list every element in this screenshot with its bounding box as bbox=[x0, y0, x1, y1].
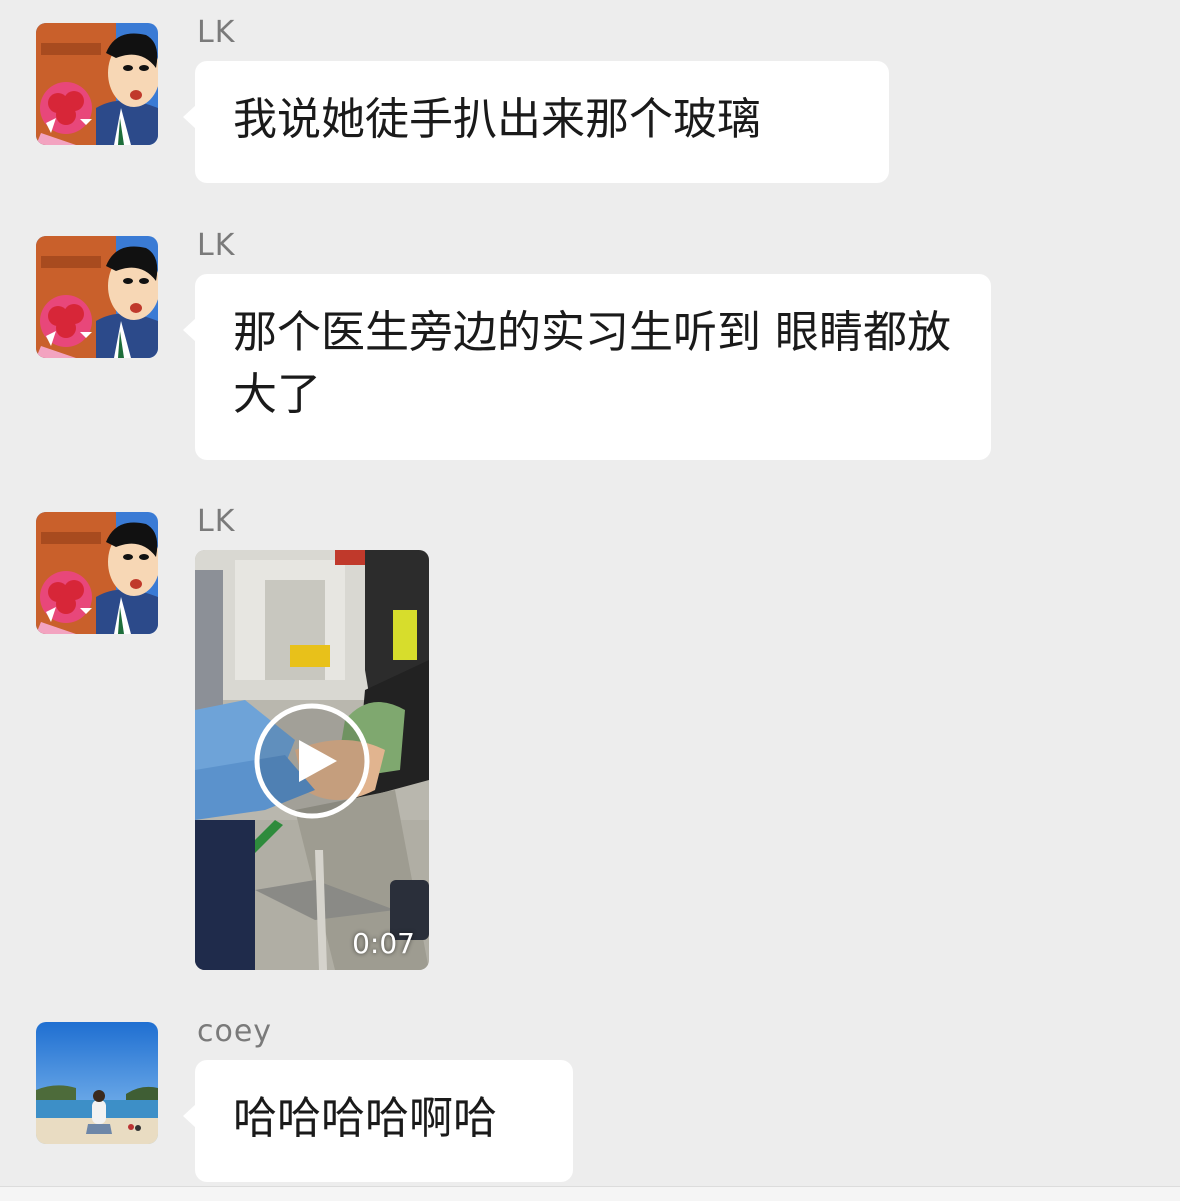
input-bar-edge bbox=[0, 1186, 1180, 1201]
video-duration: 0:07 bbox=[352, 927, 415, 960]
message-bubble[interactable]: 那个医生旁边的实习生听到 眼睛都放大了 bbox=[183, 274, 991, 460]
sender-name: LK bbox=[197, 15, 236, 50]
message-text: 我说她徒手扒出来那个玻璃 bbox=[233, 94, 761, 145]
avatar[interactable] bbox=[36, 236, 158, 358]
avatar-cartoon-icon bbox=[36, 512, 158, 634]
play-icon[interactable] bbox=[253, 702, 371, 820]
avatar-beach-icon bbox=[36, 1022, 158, 1144]
sender-name: LK bbox=[197, 504, 236, 539]
avatar-cartoon-icon bbox=[36, 236, 158, 358]
sender-name: coey bbox=[197, 1014, 273, 1049]
avatar[interactable] bbox=[36, 23, 158, 145]
message-bubble[interactable]: 哈哈哈哈啊哈 bbox=[183, 1060, 573, 1182]
chat-window: LK 我说她徒手扒出来那个玻璃 LK 那个医生旁边的实习生听到 眼睛都放大了 L… bbox=[0, 0, 1180, 1201]
sender-name: LK bbox=[197, 228, 236, 263]
message-text: 哈哈哈哈啊哈 bbox=[233, 1093, 497, 1144]
message-bubble[interactable]: 我说她徒手扒出来那个玻璃 bbox=[183, 61, 889, 183]
avatar[interactable] bbox=[36, 1022, 158, 1144]
avatar-cartoon-icon bbox=[36, 23, 158, 145]
avatar[interactable] bbox=[36, 512, 158, 634]
video-message[interactable]: 0:07 bbox=[195, 550, 429, 970]
message-text: 那个医生旁边的实习生听到 眼睛都放大了 bbox=[233, 307, 951, 420]
